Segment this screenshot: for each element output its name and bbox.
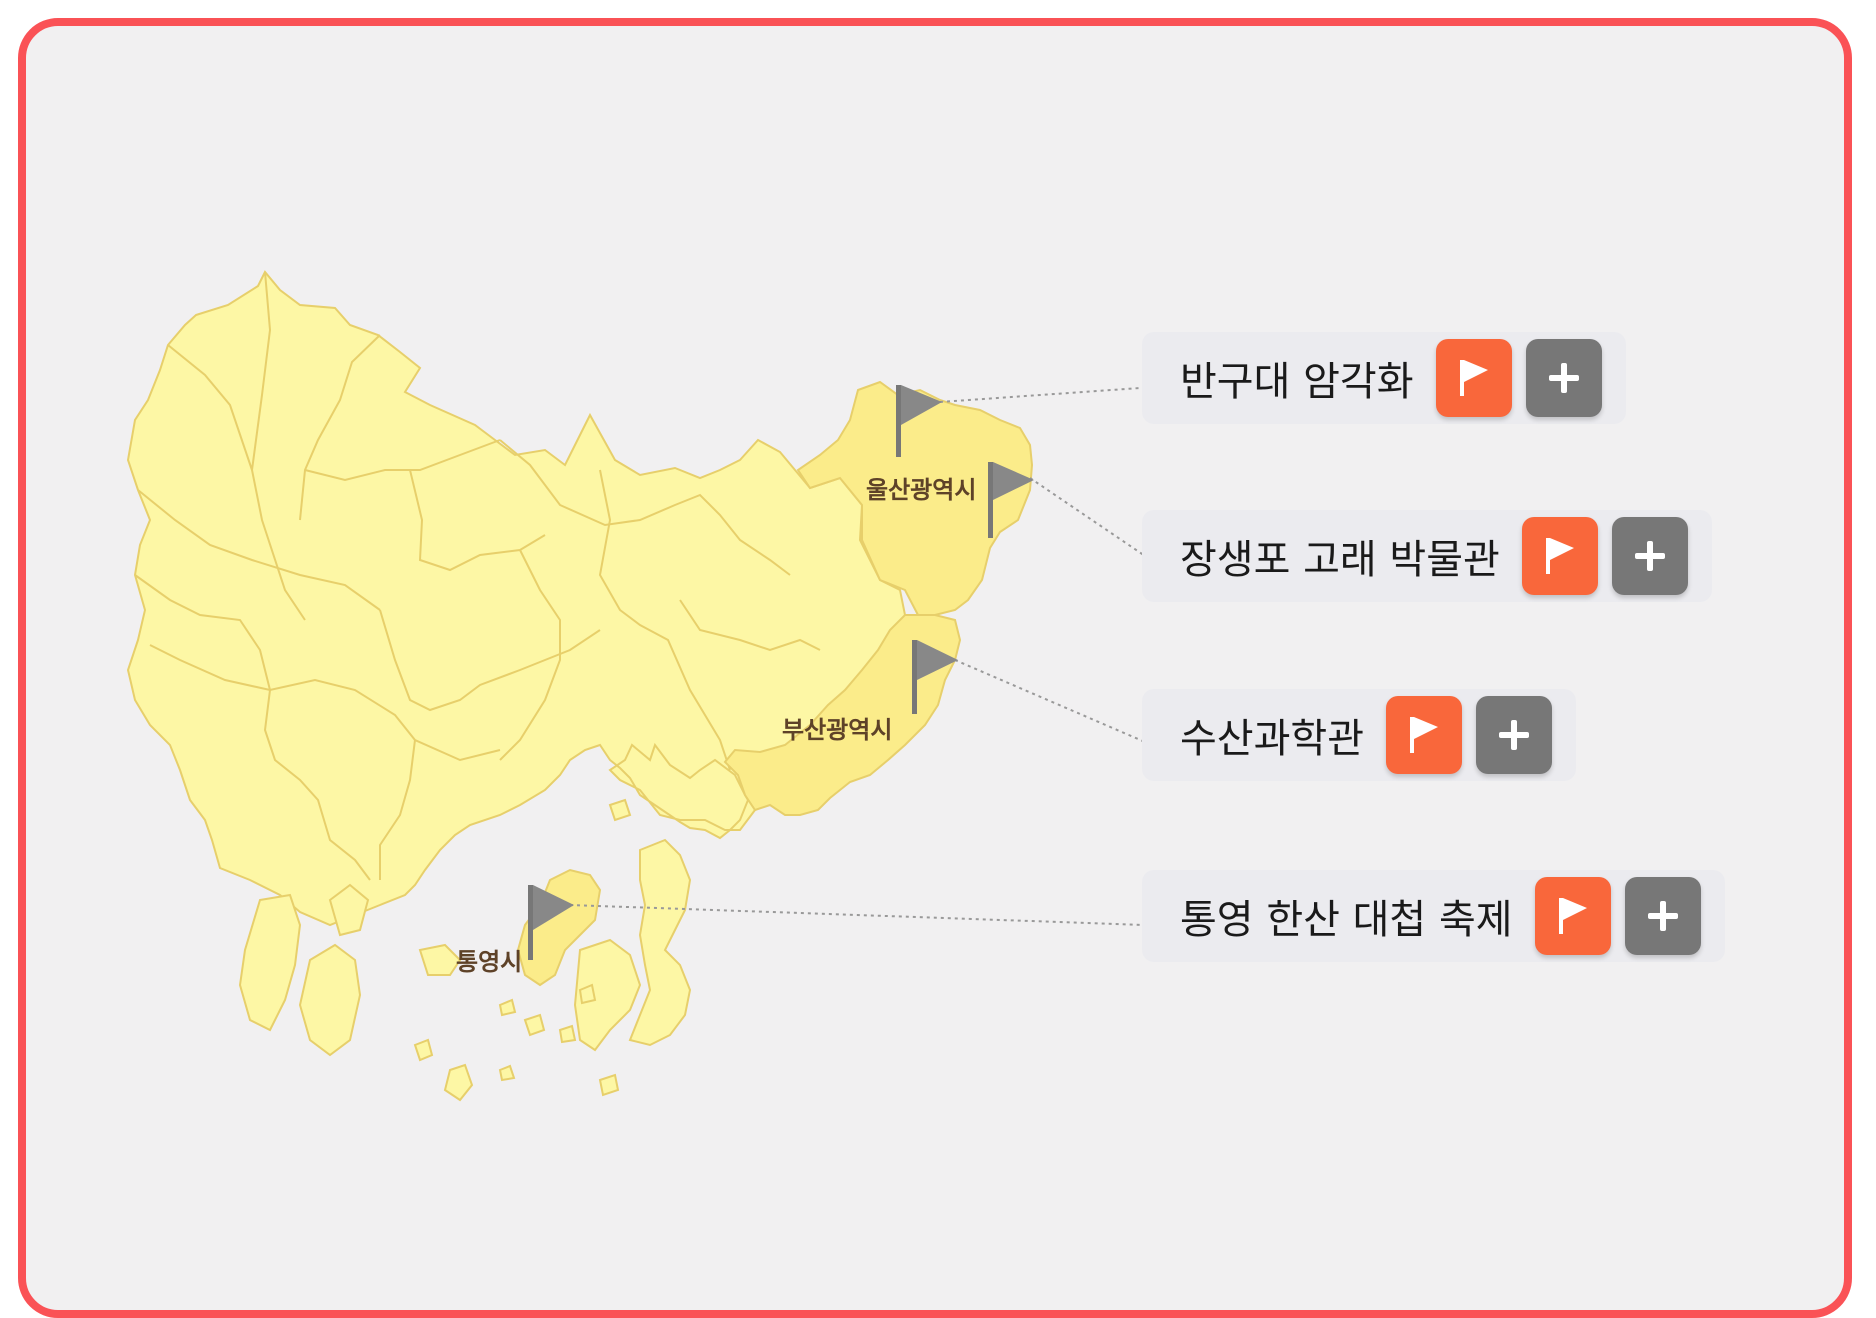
- flag-icon: [1558, 898, 1587, 934]
- flag-button[interactable]: [1386, 696, 1462, 774]
- place-title: 반구대 암각화: [1180, 359, 1414, 405]
- map-label-busan: 부산광역시: [782, 716, 893, 744]
- add-button[interactable]: [1624, 877, 1701, 955]
- plus-icon: [1634, 541, 1665, 571]
- flag-icon: [1459, 360, 1488, 396]
- map-label-ulsan: 울산광역시: [866, 476, 977, 504]
- place-title: 장생포 고래 박물관: [1180, 537, 1500, 583]
- place-card-1: 반구대 암각화: [1142, 332, 1626, 424]
- plus-icon: [1647, 901, 1678, 931]
- plus-icon: [1548, 363, 1579, 393]
- place-title: 수산과학관: [1180, 716, 1364, 762]
- add-button[interactable]: [1476, 696, 1552, 774]
- place-card-4: 통영 한산 대첩 축제: [1142, 870, 1725, 962]
- flag-button[interactable]: [1521, 517, 1598, 595]
- region-map: [126, 270, 1149, 1102]
- map-label-tongyeong: 통영시: [456, 948, 523, 976]
- place-title: 통영 한산 대첩 축제: [1180, 897, 1513, 943]
- gyeongnam-region: [126, 270, 907, 927]
- place-card-3: 수산과학관: [1142, 689, 1576, 781]
- plus-icon: [1499, 720, 1529, 750]
- flag-button[interactable]: [1534, 877, 1611, 955]
- add-button[interactable]: [1611, 517, 1688, 595]
- place-card-2: 장생포 고래 박물관: [1142, 510, 1712, 602]
- flag-icon: [1545, 538, 1574, 574]
- add-button[interactable]: [1525, 339, 1602, 417]
- flag-button[interactable]: [1435, 339, 1512, 417]
- flag-icon: [1410, 717, 1438, 753]
